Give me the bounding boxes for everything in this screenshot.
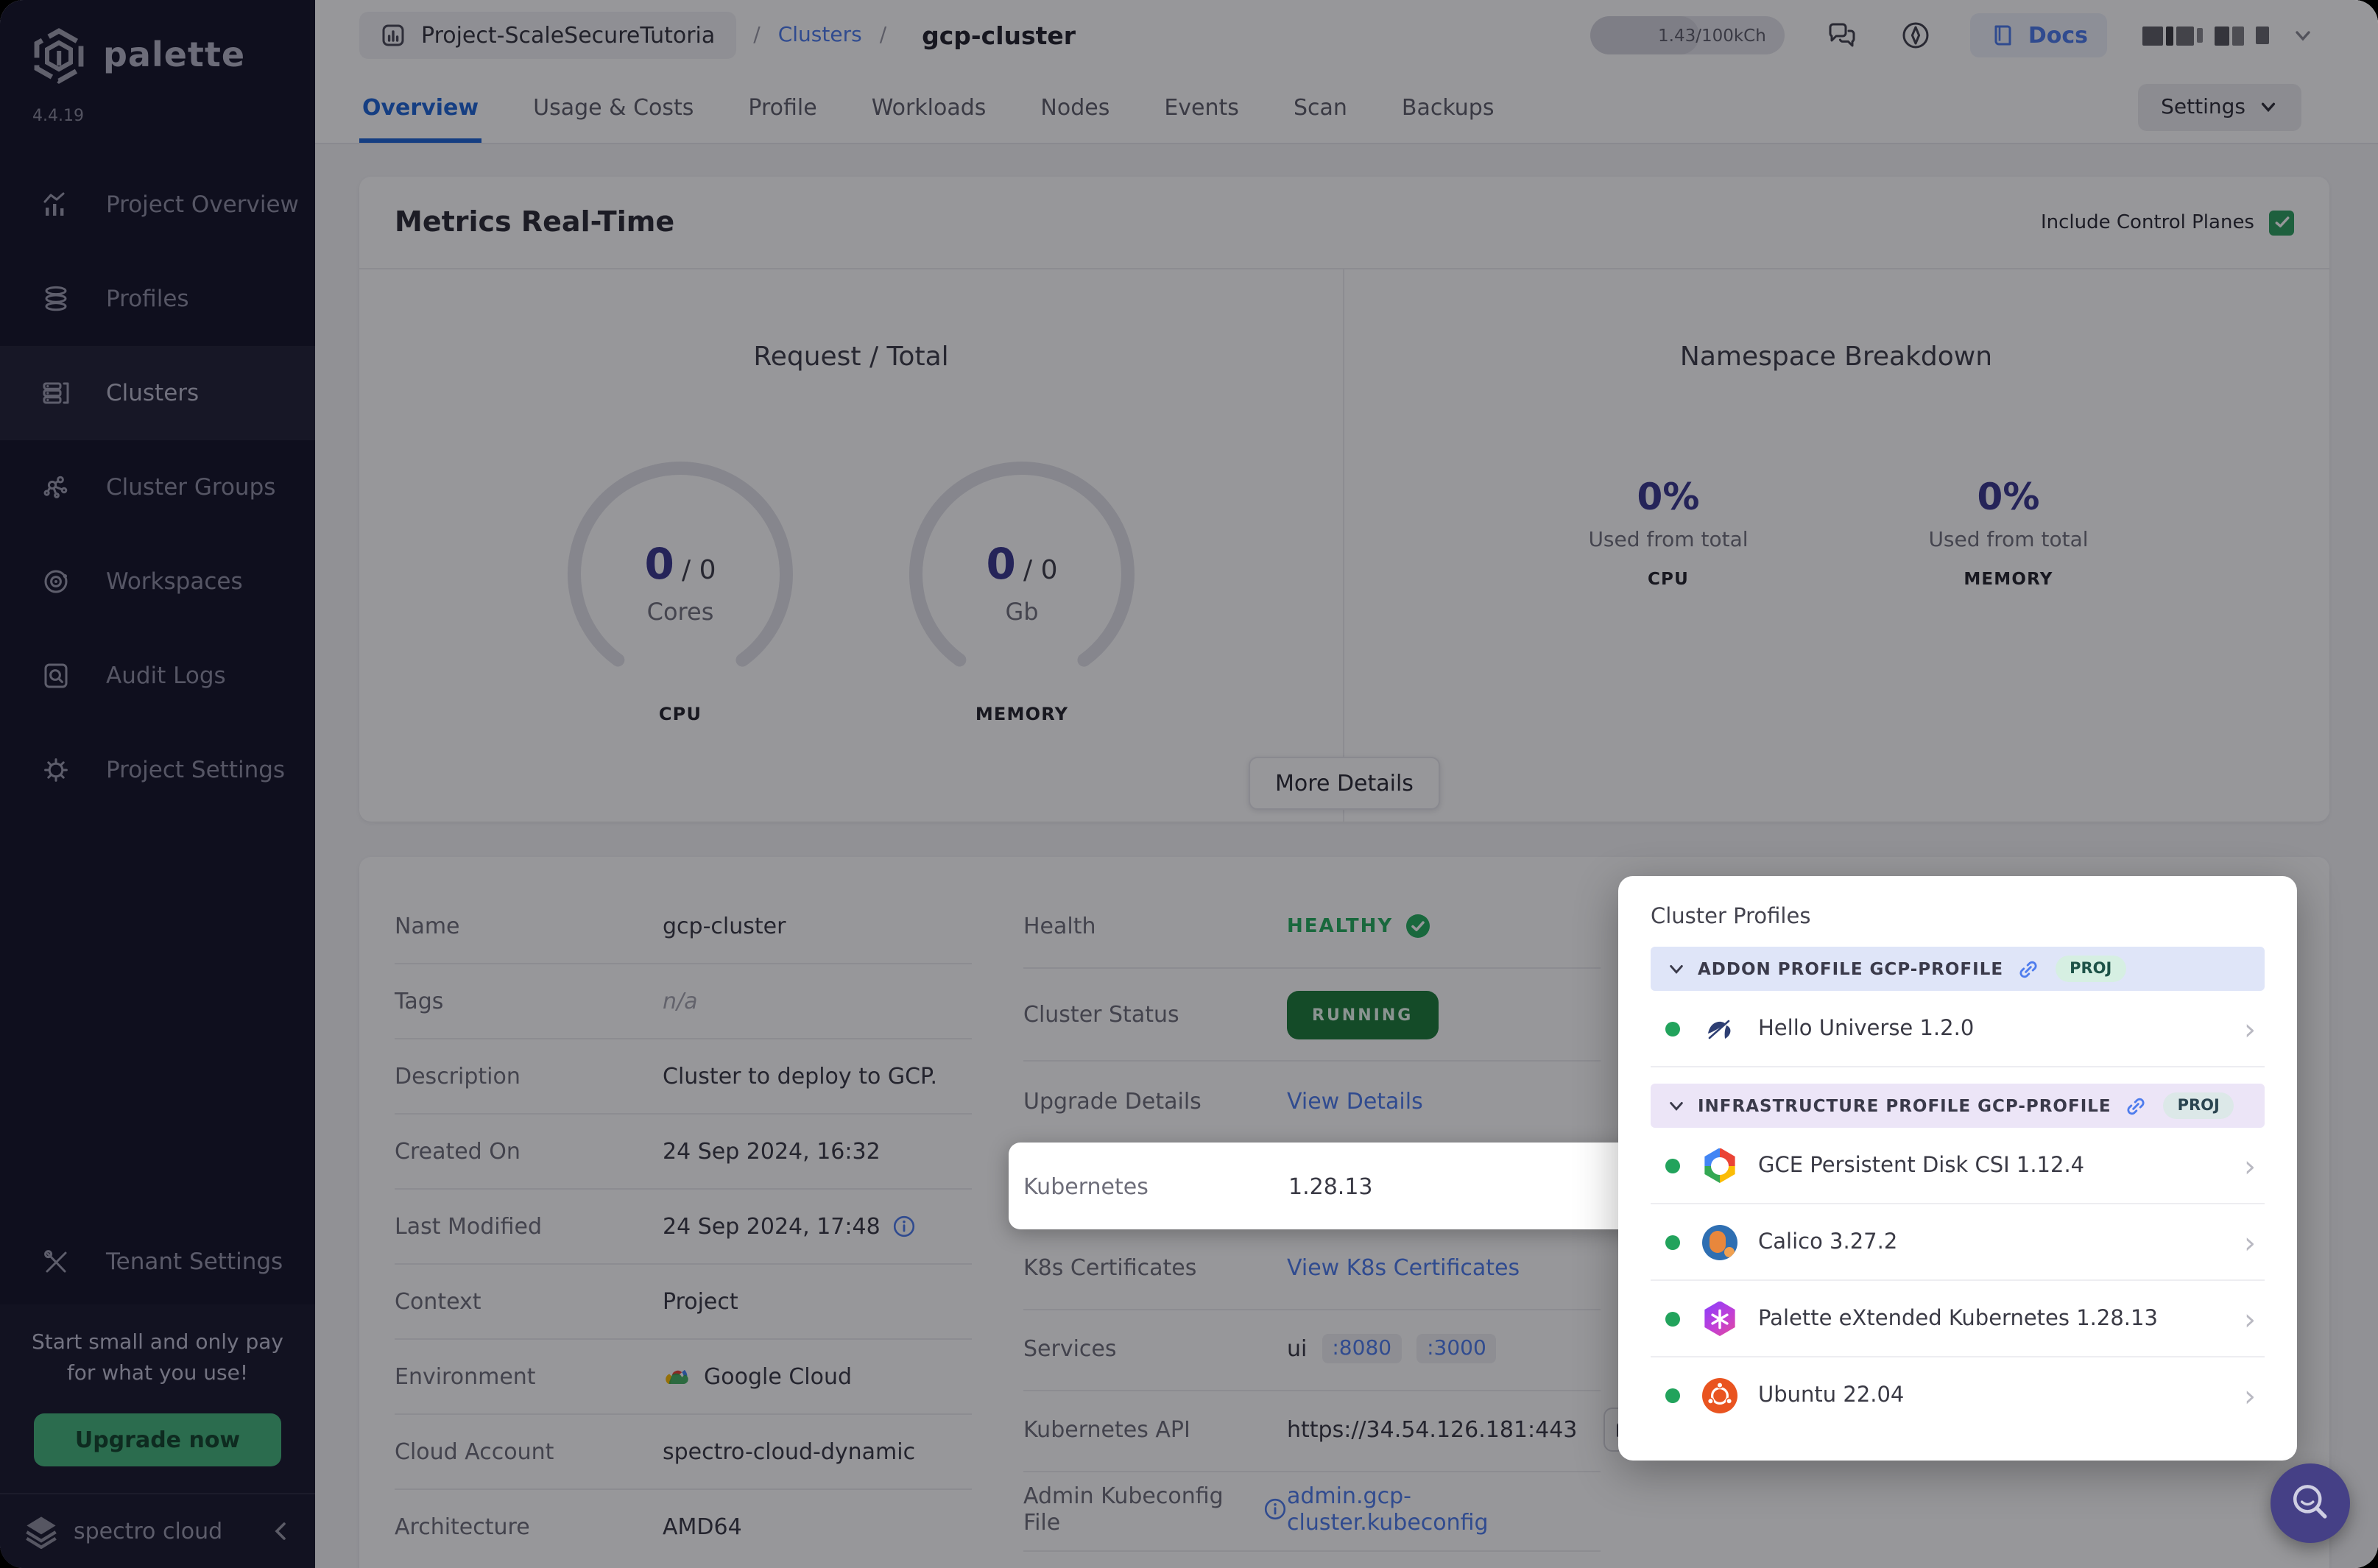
kubernetes-version-value: 1.28.13 <box>1288 1173 1373 1199</box>
search-fab-button[interactable] <box>2271 1463 2350 1543</box>
link-icon <box>2127 1097 2145 1115</box>
pxk-icon <box>1704 1301 1735 1336</box>
profile-item-name: Hello Universe 1.2.0 <box>1758 1017 1975 1040</box>
chevron-right-icon: › <box>2244 1011 2256 1046</box>
chevron-right-icon: › <box>2244 1377 2256 1413</box>
profile-item-gce-persistent-disk[interactable]: GCE Persistent Disk CSI 1.12.4 › <box>1651 1128 2265 1204</box>
status-dot-green <box>1665 1158 1680 1173</box>
infrastructure-profile-section-header[interactable]: INFRASTRUCTURE PROFILE GCP-PROFILE PROJ <box>1651 1084 2265 1128</box>
profile-item-name: GCE Persistent Disk CSI 1.12.4 <box>1758 1154 2085 1177</box>
addon-profile-section-header[interactable]: ADDON PROFILE GCP-PROFILE PROJ <box>1651 947 2265 991</box>
app-window: palette 4.4.19 Project Overview Profiles <box>0 0 2378 1568</box>
addon-profile-header-label: ADDON PROFILE GCP-PROFILE <box>1698 958 2004 979</box>
ubuntu-icon <box>1702 1377 1737 1413</box>
cluster-profiles-title: Cluster Profiles <box>1651 905 1811 929</box>
status-dot-green <box>1665 1021 1680 1036</box>
link-icon <box>2019 960 2036 978</box>
chevron-right-icon: › <box>2244 1301 2256 1336</box>
profile-item-name: Calico 3.27.2 <box>1758 1230 1898 1254</box>
kubernetes-version-spotlight[interactable]: Kubernetes 1.28.13 <box>1009 1143 1645 1229</box>
status-dot-green <box>1665 1311 1680 1326</box>
proj-scope-badge: PROJ <box>2162 1092 2234 1119</box>
infrastructure-profile-header-label: INFRASTRUCTURE PROFILE GCP-PROFILE <box>1698 1095 2111 1116</box>
status-dot-green <box>1665 1388 1680 1402</box>
chevron-down-icon <box>1670 1101 1683 1110</box>
profile-item-hello-universe[interactable]: Hello Universe 1.2.0 › <box>1651 991 2265 1067</box>
hello-universe-icon <box>1702 1011 1737 1046</box>
chevron-down-icon <box>1670 964 1683 973</box>
chevron-right-icon: › <box>2244 1148 2256 1183</box>
proj-scope-badge: PROJ <box>2055 956 2127 982</box>
chevron-right-icon: › <box>2244 1224 2256 1260</box>
profile-item-name: Ubuntu 22.04 <box>1758 1383 1905 1407</box>
profile-item-calico[interactable]: Calico 3.27.2 › <box>1651 1204 2265 1281</box>
profile-item-ubuntu[interactable]: Ubuntu 22.04 › <box>1651 1357 2265 1433</box>
profile-item-palette-extended-kubernetes[interactable]: Palette eXtended Kubernetes 1.28.13 › <box>1651 1281 2265 1357</box>
search-icon <box>2293 1485 2327 1519</box>
status-dot-green <box>1665 1235 1680 1249</box>
gce-disk-icon <box>1704 1148 1735 1183</box>
kubernetes-label: Kubernetes <box>1023 1173 1149 1199</box>
profile-item-name: Palette eXtended Kubernetes 1.28.13 <box>1758 1307 2158 1330</box>
calico-icon <box>1702 1224 1737 1260</box>
cluster-profiles-popup: Cluster Profiles ADDON PROFILE GCP-PROFI… <box>1618 876 2297 1461</box>
